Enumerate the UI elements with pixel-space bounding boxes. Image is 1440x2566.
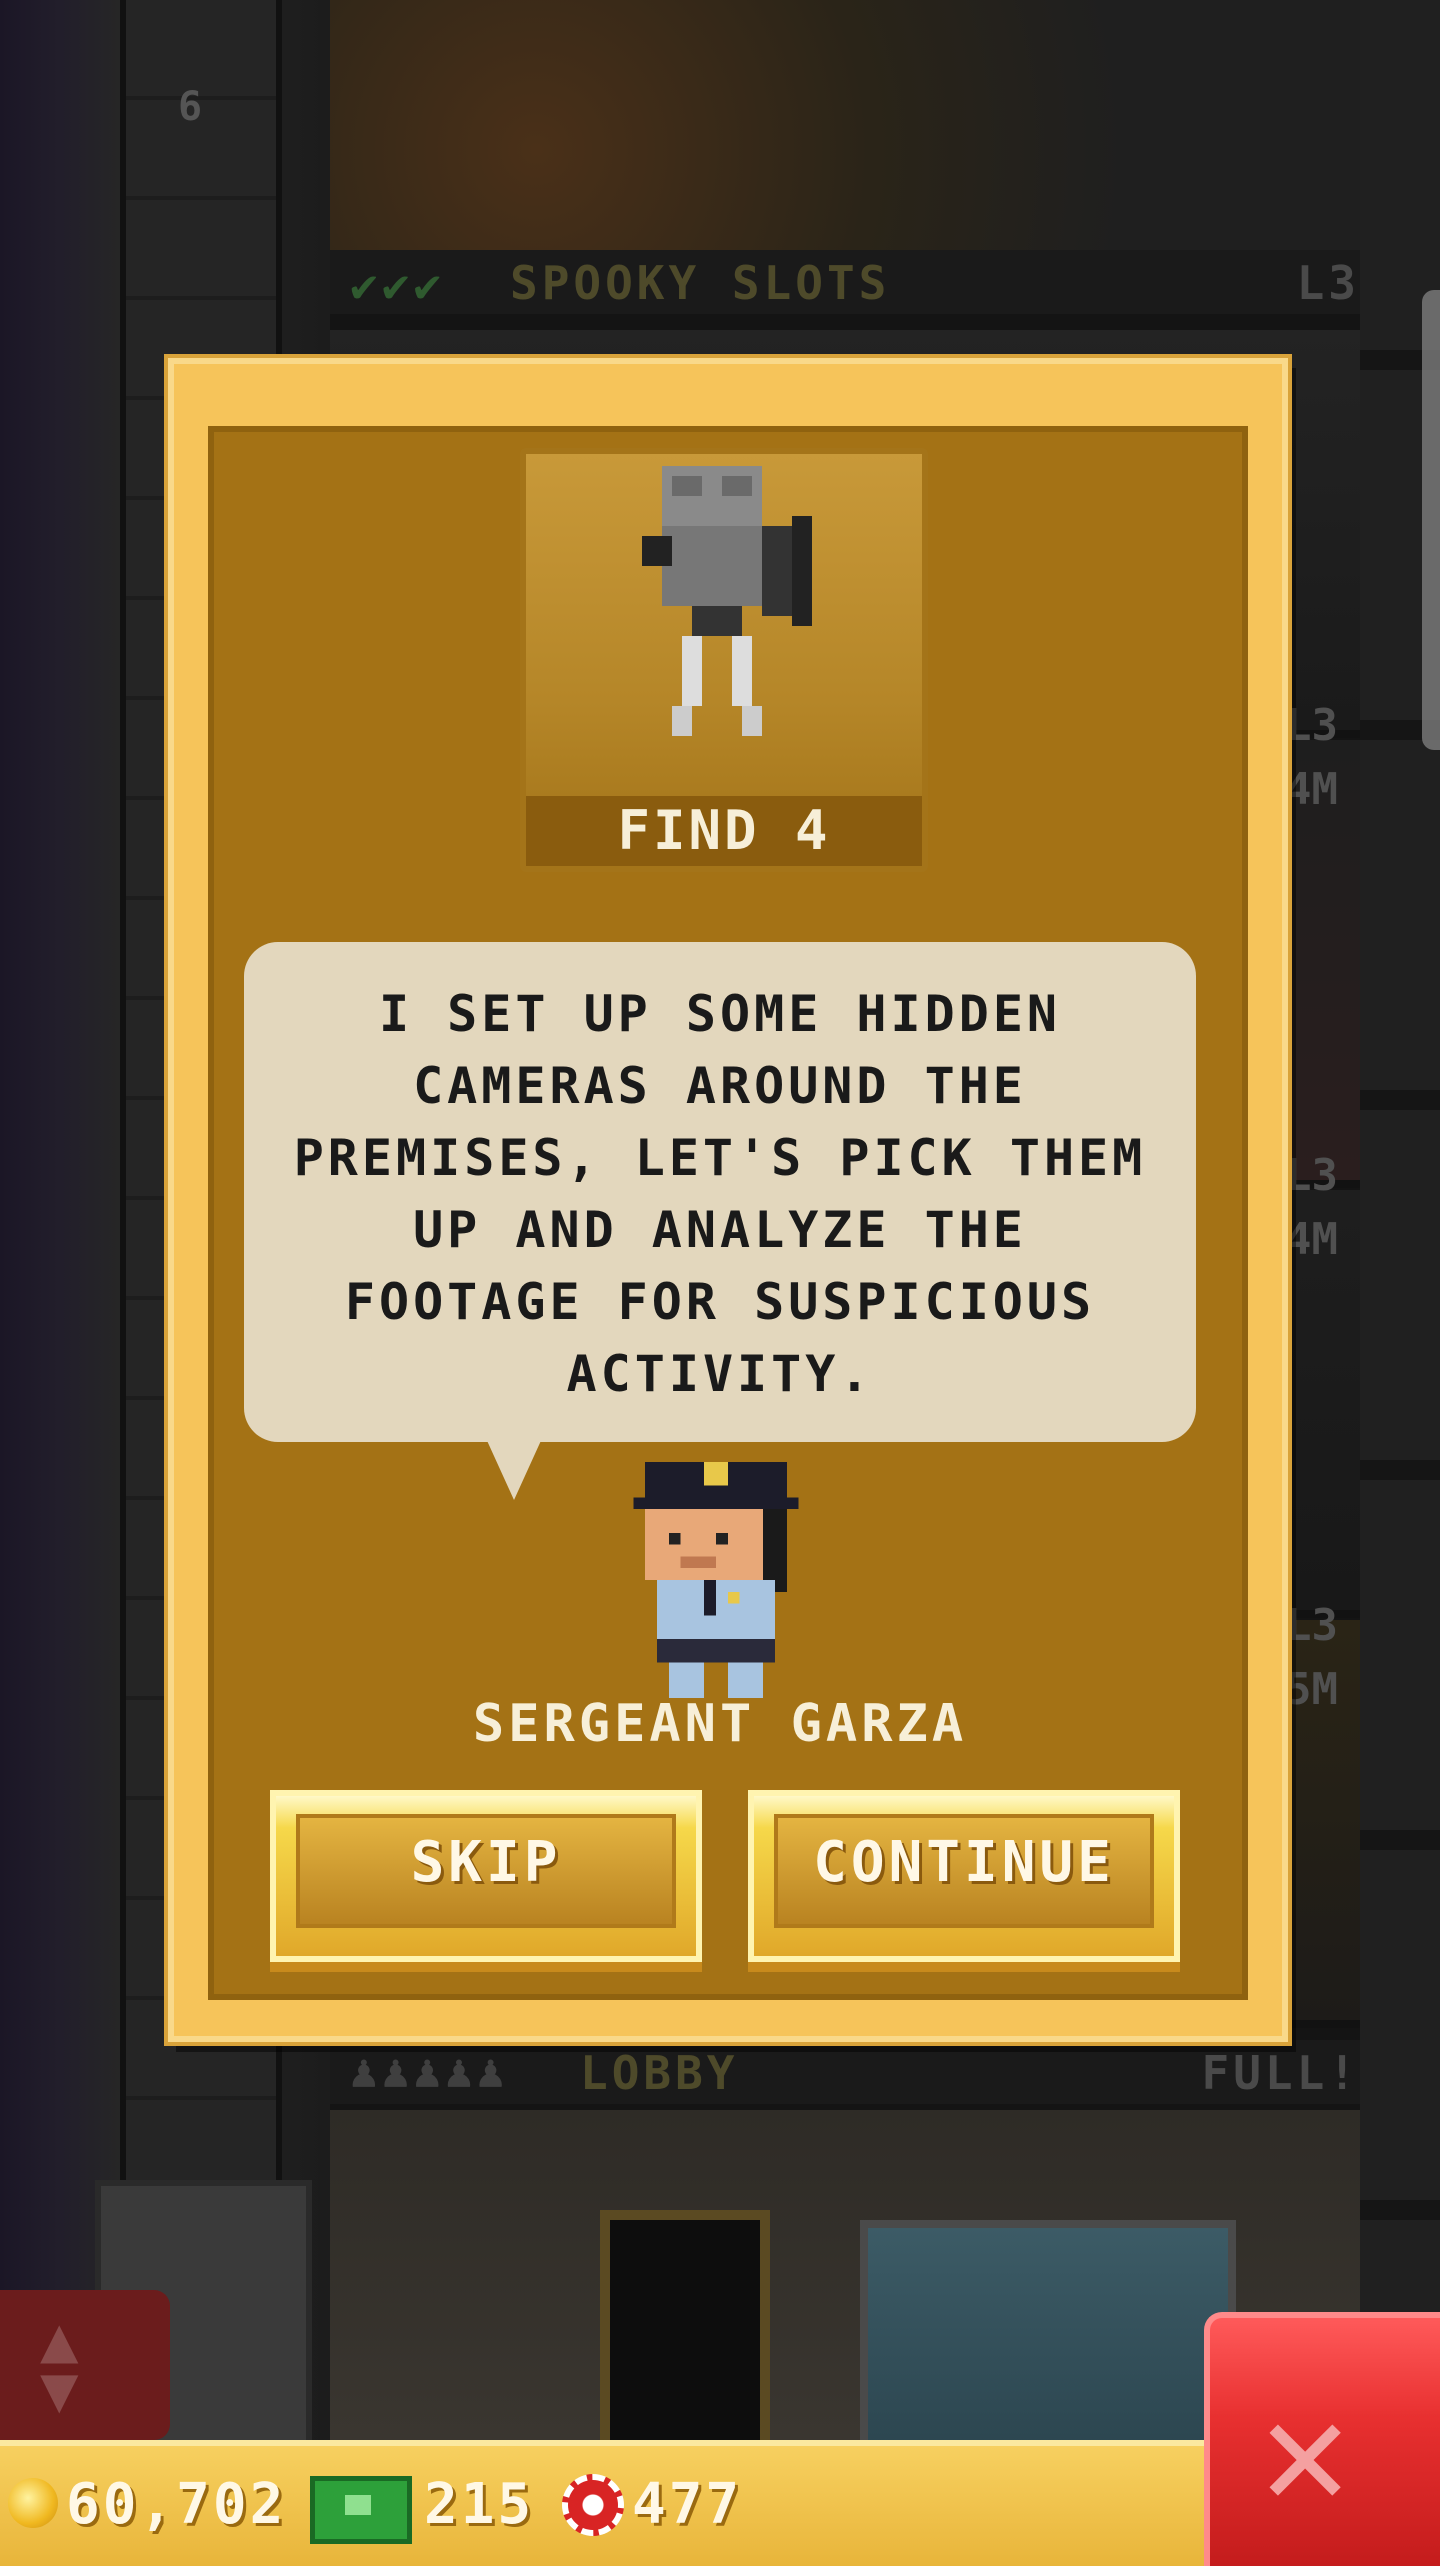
bux-cash-icon [310,2476,412,2544]
elevator-control-button[interactable] [0,2290,170,2440]
close-x-icon: ✕ [1260,2366,1351,2540]
skip-button[interactable]: SKIP [270,1790,702,1962]
floor-level: L3 [1285,700,1338,751]
sergeant-avatar [633,1462,799,1698]
speech-bubble: I SET UP SOME HIDDEN CAMERAS AROUND THE … [244,942,1196,1442]
camera-icon [642,466,812,736]
continue-button-label: CONTINUE [813,1830,1115,1895]
speaker-name: SERGEANT GARZA [472,1694,968,1754]
floor-level: L3 [1296,256,1360,310]
up-down-arrows-icon: ▲ ▼ [40,2303,79,2427]
lobby-door [600,2210,770,2450]
floor-spooky-slots[interactable] [330,0,1360,258]
floor-level: L3 [1285,1600,1338,1651]
find-count-label: FIND 4 [526,796,922,866]
chips-count: 477 [632,2472,743,2537]
continue-button[interactable]: CONTINUE [748,1790,1180,1962]
lobby-window [860,2220,1236,2456]
coin-icon [8,2478,58,2528]
lobby-people-icons: ♟♟♟♟♟ [350,2044,509,2098]
floor-stock: 4M [1285,764,1338,815]
floor-name: LOBBY [580,2046,739,2100]
bux-count: 215 [424,2472,535,2537]
speech-bubble-tail [484,1434,544,1500]
close-button[interactable]: ✕ [1204,2312,1440,2566]
find-item-card: FIND 4 [520,448,928,872]
coins-count: 60,702 [66,2472,287,2537]
stock-checkmarks: ✔✔✔ [350,258,446,312]
mission-message: I SET UP SOME HIDDEN CAMERAS AROUND THE … [293,985,1147,1403]
floor-stock: 4M [1285,1214,1338,1265]
floor-number: 6 [178,84,203,130]
floor-level: L3 [1285,1150,1338,1201]
floor-stock: 5M [1285,1664,1338,1715]
scroll-handle[interactable] [1422,290,1440,750]
floor-name: SPOOKY SLOTS [510,256,891,310]
floor-label-spooky-slots: ✔✔✔ SPOOKY SLOTS L3 [330,250,1360,314]
casino-chip-icon [562,2474,624,2536]
lobby-status: FULL! [1201,2046,1360,2100]
floor-label-lobby: ♟♟♟♟♟ LOBBY FULL! [330,2040,1360,2104]
skip-button-label: SKIP [410,1830,562,1895]
